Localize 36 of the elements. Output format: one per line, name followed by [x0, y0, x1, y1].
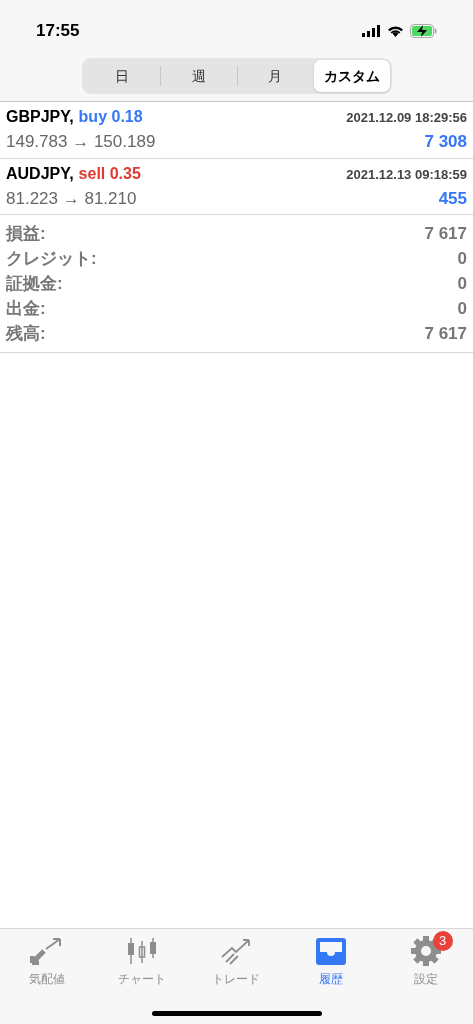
- notification-badge: 3: [432, 931, 453, 951]
- tab-bar-item[interactable]: チャート: [94, 935, 190, 988]
- trade-prices: 149.783 → 150.189: [6, 131, 156, 153]
- period-tab[interactable]: 日: [83, 60, 160, 92]
- inbox-icon: [315, 936, 348, 966]
- summary-label: 損益:: [6, 222, 46, 245]
- tab-bar-item[interactable]: 気配値: [0, 935, 95, 988]
- summary-label: 証拠金:: [6, 272, 63, 295]
- period-tab[interactable]: 月: [237, 60, 313, 92]
- signal-icon: [362, 25, 381, 37]
- summary-label: 出金:: [6, 297, 46, 320]
- summary-value: 0: [457, 272, 467, 295]
- summary-value: 0: [457, 297, 467, 320]
- status-time: 17:55: [36, 20, 80, 43]
- summary-value: 0: [457, 247, 467, 270]
- summary-value: 7 617: [424, 322, 467, 345]
- battery-charging-icon: [410, 24, 437, 38]
- trend-icon: [220, 937, 253, 965]
- candlestick-icon: [125, 937, 158, 965]
- wifi-icon: [387, 25, 404, 37]
- tab-bar-item[interactable]: トレード: [189, 935, 284, 988]
- trade-prices: 81.223 → 81.210: [6, 187, 137, 210]
- trade-symbol: AUDJPY,: [6, 163, 74, 184]
- tab-bar-item[interactable]: 履歴: [283, 935, 379, 988]
- period-tab[interactable]: 週: [161, 60, 237, 92]
- summary-label: 残高:: [6, 322, 46, 345]
- trade-time: 2021.12.13 09:18:59: [346, 165, 467, 184]
- trade-symbol: GBPJPY,: [6, 107, 74, 127]
- trade-action: sell 0.35: [78, 163, 141, 184]
- summary-value: 7 617: [424, 222, 467, 245]
- trade-action: buy 0.18: [78, 107, 143, 127]
- period-tab[interactable]: カスタム: [314, 60, 390, 92]
- summary-label: クレジット:: [6, 247, 97, 270]
- trade-time: 2021.12.09 18:29:56: [346, 109, 467, 127]
- trade-profit: 7 308: [424, 131, 467, 153]
- trade-profit: 455: [438, 187, 467, 210]
